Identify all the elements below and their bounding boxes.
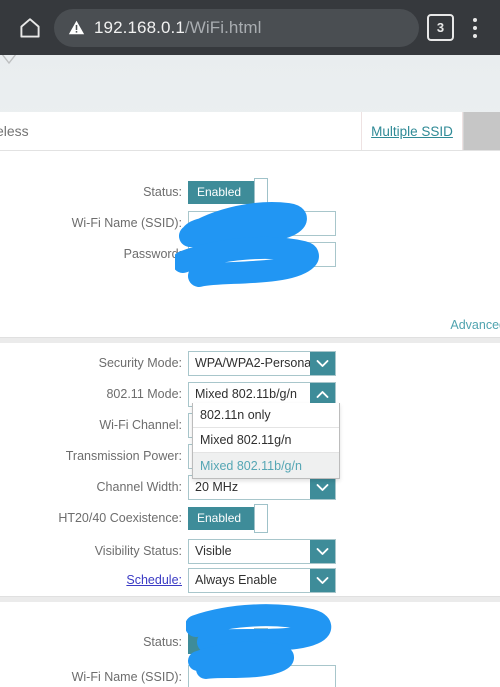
- select-visibility-status[interactable]: Visible: [188, 538, 336, 564]
- dropdown-option[interactable]: 802.11n only: [193, 403, 339, 428]
- dropdown-option-selected[interactable]: Mixed 802.11b/g/n: [193, 453, 339, 478]
- site-logo-partial-icon: [0, 55, 22, 73]
- input-password-1[interactable]: [188, 241, 336, 267]
- select-schedule[interactable]: Always Enable: [188, 567, 336, 593]
- input-ssid-1[interactable]: [188, 210, 336, 236]
- url-host: 192.168.0.1: [94, 17, 185, 37]
- toggle-status-1[interactable]: Enabled: [188, 177, 268, 207]
- home-icon: [18, 16, 42, 40]
- dropdown-80211-mode-options[interactable]: 802.11n only Mixed 802.11g/n Mixed 802.1…: [192, 403, 340, 479]
- page-tabstrip: eless Multiple SSID: [0, 112, 500, 151]
- toggle-status-2-label: Enabled: [197, 635, 242, 649]
- label-ssid-1: Wi-Fi Name (SSID):: [71, 216, 182, 230]
- row-ht2040-coexistence: HT20/40 Coexistence: Enabled: [0, 503, 500, 533]
- toggle-knob[interactable]: [254, 503, 268, 533]
- row-visibility-status: Visibility Status: Visible: [0, 536, 500, 566]
- select-security-mode[interactable]: WPA/WPA2-Personal: [188, 350, 336, 376]
- toggle-ht2040-coexistence[interactable]: Enabled: [188, 503, 268, 533]
- advanced-link-1[interactable]: Advanced: [450, 318, 500, 332]
- toggle-status-1-label: Enabled: [197, 185, 242, 199]
- breadcrumb: eless: [0, 112, 361, 150]
- chevron-down-icon[interactable]: [310, 568, 335, 592]
- wifi-5g-panel: Status: Enabled Wi-Fi Name (SSID): Passw…: [0, 602, 500, 687]
- label-schedule: Schedule:: [0, 573, 188, 587]
- dropdown-option[interactable]: Mixed 802.11g/n: [193, 428, 339, 453]
- label-status-1: Status:: [143, 185, 182, 199]
- label-80211-mode: 802.11 Mode:: [106, 387, 182, 401]
- label-channel-width: Channel Width:: [96, 480, 182, 494]
- url-path: /WiFi.html: [184, 17, 262, 37]
- toggle-knob[interactable]: [254, 627, 268, 657]
- overflow-menu-icon[interactable]: [460, 8, 490, 48]
- row-password-1: Password:: [0, 239, 500, 269]
- schedule-link[interactable]: Schedule:: [126, 573, 182, 587]
- address-bar[interactable]: 192.168.0.1/WiFi.html: [54, 8, 419, 47]
- warning-triangle-icon: [68, 19, 85, 36]
- row-status-1: Status: Enabled: [0, 177, 500, 207]
- toggle-status-2[interactable]: Enabled: [188, 627, 268, 657]
- breadcrumb-label: eless: [0, 123, 29, 139]
- web-page: eless Multiple SSID Status: Enabled Wi-F…: [0, 55, 500, 687]
- toggle-knob[interactable]: [254, 177, 268, 207]
- label-visibility-status: Visibility Status:: [94, 544, 182, 558]
- home-button[interactable]: [10, 8, 50, 48]
- label-security-mode: Security Mode:: [98, 356, 182, 370]
- chevron-down-icon[interactable]: [310, 539, 335, 563]
- label-wifi-channel: Wi-Fi Channel:: [99, 418, 182, 432]
- wifi-advanced-panel: Security Mode: WPA/WPA2-Personal 802.11 …: [0, 343, 500, 596]
- screenshot-root: 192.168.0.1/WiFi.html 3 eless Multiple S…: [0, 0, 500, 687]
- chevron-down-icon[interactable]: [310, 351, 335, 375]
- row-ssid-1: Wi-Fi Name (SSID):: [0, 208, 500, 238]
- tabstrip-scroll-area[interactable]: [463, 112, 500, 150]
- input-ssid-2[interactable]: [188, 664, 336, 687]
- row-ssid-2: Wi-Fi Name (SSID):: [0, 662, 500, 687]
- row-security-mode: Security Mode: WPA/WPA2-Personal: [0, 348, 500, 378]
- label-ssid-2: Wi-Fi Name (SSID):: [71, 670, 182, 684]
- select-80211-mode-value: Mixed 802.11b/g/n: [195, 387, 297, 401]
- label-transmission-power: Transmission Power:: [65, 449, 182, 463]
- select-schedule-value: Always Enable: [195, 573, 277, 587]
- toggle-ht2040-label: Enabled: [197, 511, 242, 525]
- label-status-2: Status:: [143, 635, 182, 649]
- label-ht2040-coexistence: HT20/40 Coexistence:: [58, 511, 182, 525]
- row-status-2: Status: Enabled: [0, 627, 500, 657]
- tab-count-button[interactable]: 3: [427, 14, 454, 41]
- browser-toolbar: 192.168.0.1/WiFi.html 3: [0, 0, 500, 55]
- label-password-1: Password:: [123, 247, 182, 261]
- wifi-2g-panel: Status: Enabled Wi-Fi Name (SSID): Passw…: [0, 151, 500, 337]
- tab-multiple-ssid[interactable]: Multiple SSID: [361, 112, 463, 150]
- select-visibility-status-value: Visible: [195, 544, 232, 558]
- multiple-ssid-link[interactable]: Multiple SSID: [371, 124, 453, 139]
- select-channel-width-value: 20 MHz: [195, 480, 239, 494]
- row-schedule: Schedule: Always Enable: [0, 565, 500, 595]
- select-security-mode-value: WPA/WPA2-Personal: [195, 356, 310, 370]
- url-text: 192.168.0.1/WiFi.html: [94, 18, 261, 38]
